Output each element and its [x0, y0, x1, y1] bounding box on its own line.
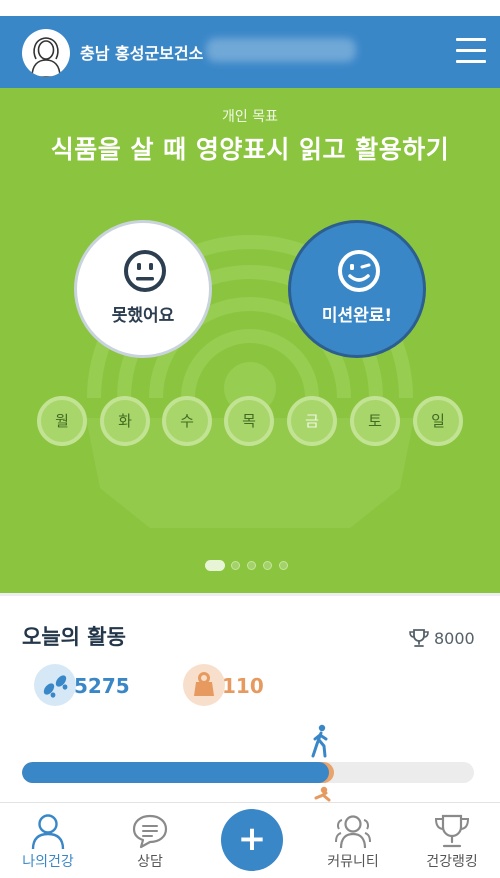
day-wednesday[interactable]: 수	[162, 396, 212, 446]
calorie-value: 110	[222, 674, 264, 698]
page-dot-5[interactable]	[279, 561, 288, 570]
mission-complete-button[interactable]: 미션완료!	[288, 220, 426, 358]
day-monday[interactable]: 월	[37, 396, 87, 446]
points-value: 8000	[434, 629, 475, 648]
trophy-icon	[409, 629, 429, 647]
activity-progress-track	[22, 762, 474, 783]
tab-label-health-ranking: 건강랭킹	[426, 854, 478, 870]
neutral-face-icon	[124, 250, 166, 292]
mission-fail-button[interactable]: 못했어요	[74, 220, 212, 358]
page-dot-1[interactable]	[205, 560, 225, 571]
tab-label-counsel: 상담	[137, 854, 163, 870]
goal-card: 개인 목표 식품을 살 때 영양표시 읽고 활용하기 못했어요 미션완료! 월 …	[0, 88, 500, 593]
plus-icon: +	[237, 819, 267, 859]
goal-title: 식품을 살 때 영양표시 읽고 활용하기	[50, 135, 450, 164]
page-dot-4[interactable]	[263, 561, 272, 570]
step-count: 5275	[74, 674, 130, 698]
hamburger-menu-icon[interactable]	[456, 38, 486, 66]
tab-label-community: 커뮤니티	[327, 854, 379, 870]
bottom-tab-bar: 나의건강 상담 + 커뮤니티 건강랭킹	[0, 802, 500, 878]
running-person-icon	[314, 786, 331, 802]
day-saturday[interactable]: 토	[350, 396, 400, 446]
tab-label-my-health: 나의건강	[22, 854, 74, 870]
activity-title: 오늘의 활동	[22, 625, 126, 649]
community-icon	[335, 815, 371, 849]
mission-fail-label: 못했어요	[111, 306, 175, 326]
top-app-bar: 충남 홍성군보건소	[0, 16, 500, 88]
page-dot-3[interactable]	[247, 561, 256, 570]
tab-community[interactable]: 커뮤니티	[308, 803, 398, 878]
day-friday[interactable]: 금	[287, 396, 337, 446]
section-divider	[0, 593, 500, 596]
tab-counsel[interactable]: 상담	[105, 803, 195, 878]
page-dot-2[interactable]	[231, 561, 240, 570]
day-tuesday[interactable]: 화	[100, 396, 150, 446]
calorie-weight-icon	[183, 664, 225, 706]
tab-my-health[interactable]: 나의건강	[3, 803, 93, 878]
redacted-text	[206, 38, 356, 62]
walking-person-icon	[311, 724, 328, 758]
add-button[interactable]: +	[221, 809, 283, 871]
mission-complete-label: 미션완료!	[321, 306, 393, 326]
chat-bubble-icon	[132, 814, 168, 849]
organization-name: 충남 홍성군보건소	[80, 44, 204, 63]
footsteps-icon	[34, 664, 76, 706]
step-progress-fill	[22, 762, 329, 783]
day-thursday[interactable]: 목	[224, 396, 274, 446]
winking-face-icon	[338, 250, 380, 292]
person-icon	[31, 814, 65, 850]
tab-health-ranking[interactable]: 건강랭킹	[407, 803, 497, 878]
trophy-icon	[434, 814, 470, 848]
user-avatar-icon[interactable]	[22, 29, 70, 77]
status-bar	[0, 0, 500, 16]
goal-kicker: 개인 목표	[222, 109, 278, 125]
day-sunday[interactable]: 일	[413, 396, 463, 446]
